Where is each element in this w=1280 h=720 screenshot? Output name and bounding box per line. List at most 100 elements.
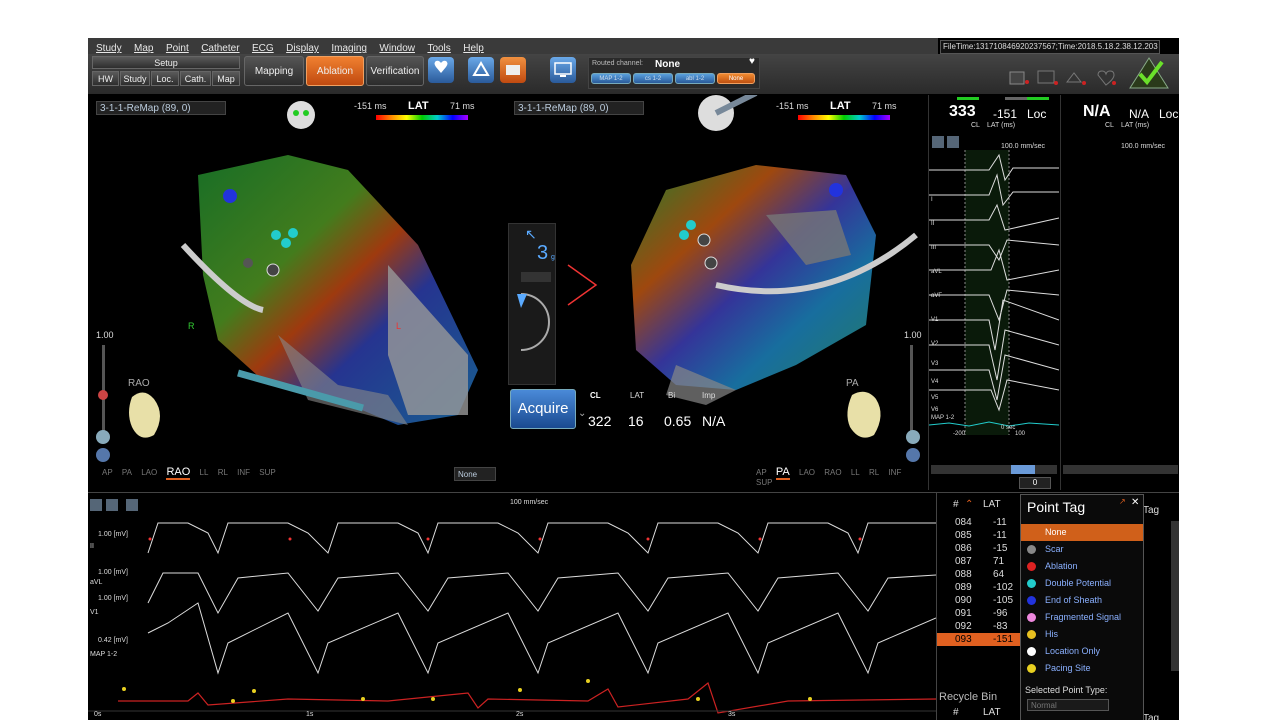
- zoom-out-icon-right[interactable]: [906, 430, 920, 444]
- point-row[interactable]: 084 -11: [937, 516, 1023, 529]
- setup-header[interactable]: Setup: [92, 56, 240, 69]
- acquire-button[interactable]: Acquire: [510, 389, 576, 429]
- view-rao-left[interactable]: RAO: [166, 466, 191, 480]
- dropdown-left[interactable]: None: [454, 467, 496, 481]
- point-row[interactable]: 092 -83: [937, 620, 1023, 633]
- recycle-num-header[interactable]: #: [953, 707, 959, 718]
- signal-loc-value: Loc: [1027, 107, 1047, 121]
- pin-icon[interactable]: ↗: [1119, 497, 1126, 506]
- tag-item-his[interactable]: His: [1021, 626, 1143, 643]
- point-row[interactable]: 085 -11: [937, 529, 1023, 542]
- ablation-button[interactable]: Ablation: [306, 56, 364, 86]
- setup-tab-loc[interactable]: Loc.: [151, 71, 179, 86]
- zoom-thumb-left[interactable]: [98, 390, 108, 400]
- acquire-dropdown-icon[interactable]: ⌄: [578, 408, 586, 419]
- verification-button[interactable]: Verification: [366, 56, 424, 86]
- map-view-right[interactable]: 3-1-1-ReMap (89, 0) -151 ms LAT 71 ms ↖ …: [506, 95, 926, 490]
- tag-item-location-only[interactable]: Location Only: [1021, 643, 1143, 660]
- view-pa-right[interactable]: PA: [775, 466, 790, 480]
- channel-none-button[interactable]: None: [717, 73, 755, 84]
- sort-icon[interactable]: ⌃: [965, 499, 973, 510]
- axis-right: 100: [1015, 431, 1026, 437]
- point-num-header[interactable]: #: [953, 499, 959, 510]
- signal-scrollbar[interactable]: [931, 465, 1057, 474]
- mapping-button[interactable]: Mapping: [244, 56, 304, 86]
- point-row[interactable]: 087 71: [937, 555, 1023, 568]
- menu-catheter[interactable]: Catheter: [201, 41, 239, 54]
- ecg-scale-ii: 1.00 [mV]: [98, 531, 128, 538]
- point-row-selected[interactable]: 093 -151: [937, 633, 1023, 646]
- tag-item-ablation[interactable]: Ablation: [1021, 558, 1143, 575]
- recycle-lat-header[interactable]: LAT: [983, 707, 1001, 718]
- view-sup-left[interactable]: SUP: [259, 468, 275, 477]
- setup-tab-hw[interactable]: HW: [92, 71, 119, 86]
- menu-point[interactable]: Point: [166, 41, 189, 54]
- signal2-cl-label: CL: [1105, 122, 1114, 129]
- contact-force-unit: g: [551, 254, 555, 261]
- tool-icon-1[interactable]: [932, 136, 944, 148]
- tag-item-end-of-sheath[interactable]: End of Sheath: [1021, 592, 1143, 609]
- tag-item-double-potential[interactable]: Double Potential: [1021, 575, 1143, 592]
- view-ap-right[interactable]: AP: [756, 468, 767, 477]
- point-row[interactable]: 086 -15: [937, 542, 1023, 555]
- point-row[interactable]: 089 -102: [937, 581, 1023, 594]
- selected-point-type-select[interactable]: Normal: [1027, 699, 1109, 711]
- view-lao-right[interactable]: LAO: [799, 468, 815, 477]
- view-ll-right[interactable]: LL: [851, 468, 860, 477]
- tag-item-scar[interactable]: Scar: [1021, 541, 1143, 558]
- point-row[interactable]: 088 64: [937, 568, 1023, 581]
- menu-help[interactable]: Help: [463, 41, 484, 54]
- setup-tab-map[interactable]: Map: [212, 71, 240, 86]
- menu-study[interactable]: Study: [96, 41, 122, 54]
- tool-icon-2[interactable]: [947, 136, 959, 148]
- channel-abl12-button[interactable]: abl 1-2: [675, 73, 715, 84]
- zoom-out-icon-left[interactable]: [96, 430, 110, 444]
- tag-item-none[interactable]: None: [1021, 524, 1143, 541]
- zoom-slider-right[interactable]: [910, 345, 913, 435]
- map-view-left[interactable]: 3-1-1-ReMap (89, 0) -151 ms LAT 71 ms R …: [88, 95, 504, 490]
- view-inf-right[interactable]: INF: [888, 468, 901, 477]
- signal-scroll-thumb[interactable]: [1011, 465, 1035, 474]
- ablation-tool-icon[interactable]: [500, 57, 526, 83]
- contact-force-panel: ↖ 3 g: [508, 223, 556, 385]
- point-row[interactable]: 090 -105: [937, 594, 1023, 607]
- channel-map12-button[interactable]: MAP 1-2: [591, 73, 631, 84]
- monitor-icon[interactable]: [550, 57, 576, 83]
- location-only-dot-icon: [1027, 647, 1036, 656]
- point-list-scrollbar[interactable]: [1171, 521, 1179, 671]
- signal-counter[interactable]: 0: [1019, 477, 1051, 489]
- view-rao-right[interactable]: RAO: [824, 468, 841, 477]
- ecg-lead-avl: aVL: [90, 579, 103, 586]
- reset-view-icon-left[interactable]: [96, 448, 110, 462]
- signal-lat-value: -151: [993, 107, 1018, 121]
- view-lao-left[interactable]: LAO: [141, 468, 157, 477]
- menu-ecg[interactable]: ECG: [252, 41, 274, 54]
- view-sup-right[interactable]: SUP: [756, 478, 772, 487]
- point-lat-header[interactable]: LAT: [983, 499, 1001, 510]
- ecg-lead-map12: MAP 1-2: [90, 651, 118, 658]
- shell-icon[interactable]: [468, 57, 494, 83]
- lead-label-iii: III: [931, 245, 937, 251]
- double-potential-dot-icon: [1027, 579, 1036, 588]
- menu-map[interactable]: Map: [134, 41, 153, 54]
- menu-window[interactable]: Window: [379, 41, 415, 54]
- menu-imaging[interactable]: Imaging: [331, 41, 367, 54]
- view-ap-left[interactable]: AP: [102, 468, 113, 477]
- tag-item-pacing-site[interactable]: Pacing Site: [1021, 660, 1143, 677]
- menu-display[interactable]: Display: [286, 41, 319, 54]
- view-ll-left[interactable]: LL: [200, 468, 209, 477]
- view-inf-left[interactable]: INF: [237, 468, 250, 477]
- view-rl-right[interactable]: RL: [869, 468, 879, 477]
- point-row[interactable]: 091 -96: [937, 607, 1023, 620]
- setup-tab-study[interactable]: Study: [120, 71, 150, 86]
- view-rl-left[interactable]: RL: [218, 468, 228, 477]
- view-pa-left[interactable]: PA: [122, 468, 132, 477]
- reset-view-icon-right[interactable]: [906, 448, 920, 462]
- tag-item-fragmented-signal[interactable]: Fragmented Signal: [1021, 609, 1143, 626]
- close-icon[interactable]: ✕: [1131, 497, 1139, 508]
- menu-tools[interactable]: Tools: [427, 41, 450, 54]
- setup-tab-cath[interactable]: Cath.: [180, 71, 211, 86]
- channel-cs12-button[interactable]: cs 1-2: [633, 73, 673, 84]
- signal2-scrollbar[interactable]: [1063, 465, 1178, 474]
- heart-add-icon[interactable]: [428, 57, 454, 83]
